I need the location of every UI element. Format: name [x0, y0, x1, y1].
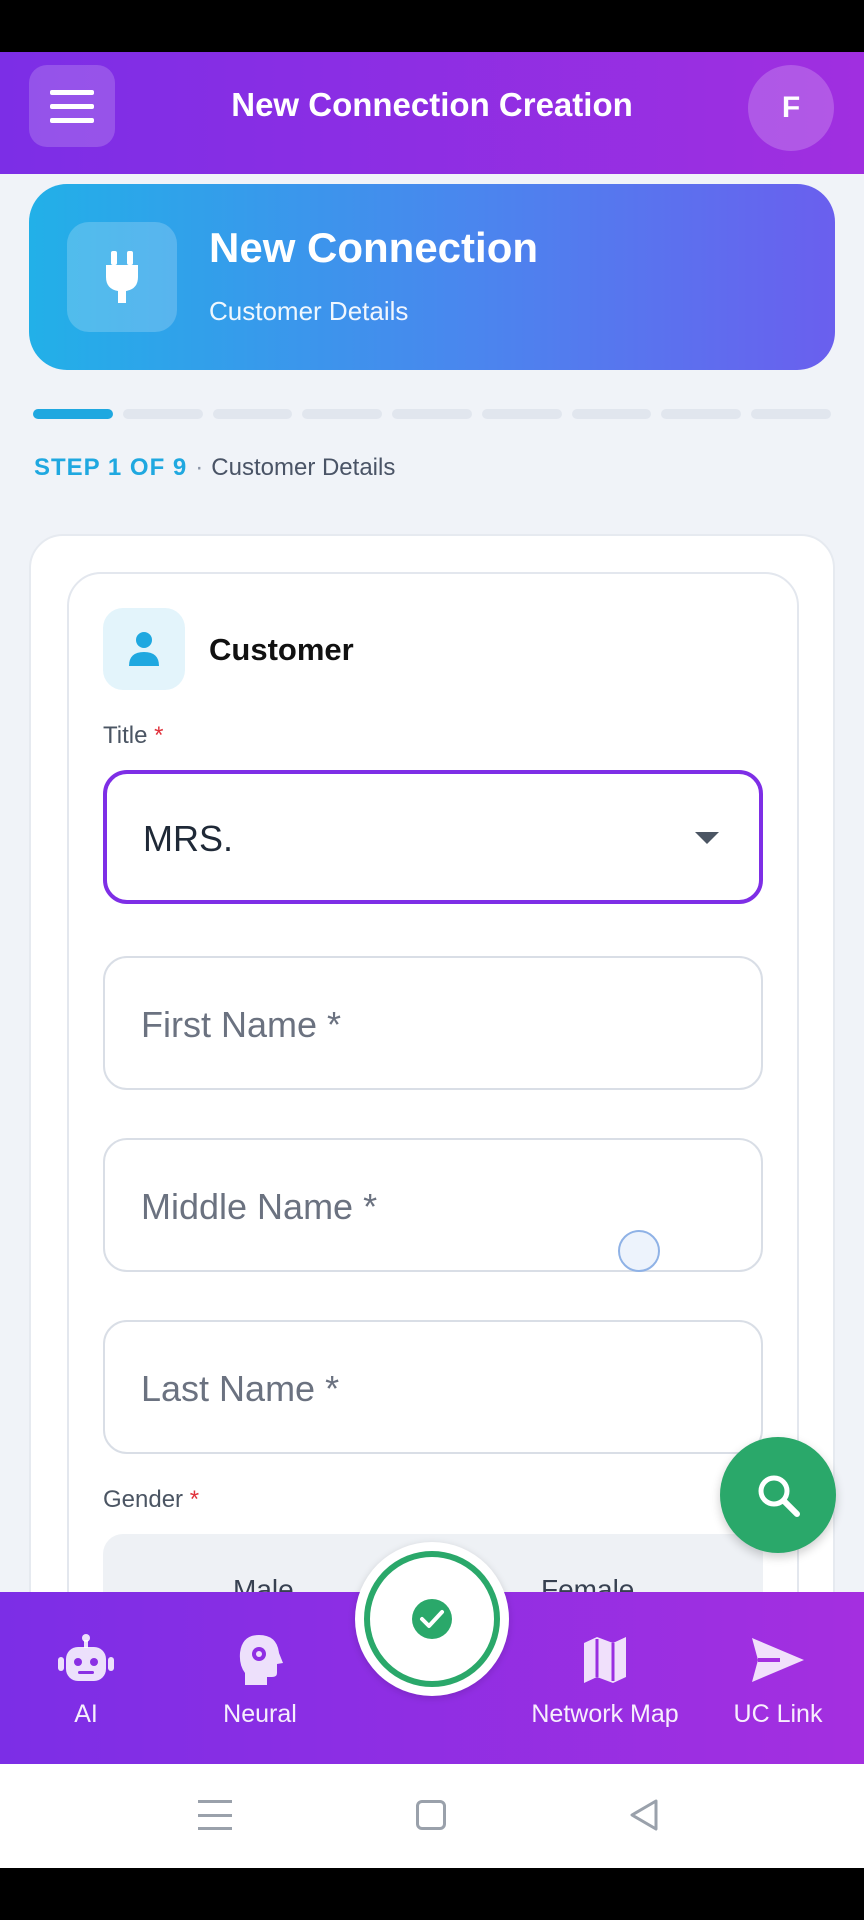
- home-icon[interactable]: [416, 1800, 446, 1830]
- avatar[interactable]: F: [748, 65, 834, 151]
- step-separator: ·: [195, 454, 204, 481]
- form-card: Customer Title * MRS. First Name * Middl…: [29, 534, 835, 1592]
- nav-item-uc-link[interactable]: UC Link: [722, 1592, 834, 1764]
- back-icon[interactable]: [628, 1798, 660, 1837]
- progress-segment: [751, 409, 832, 419]
- search-icon: [758, 1475, 800, 1517]
- title-select-value: MRS.: [143, 818, 233, 859]
- bottom-bezel: [0, 1868, 864, 1920]
- step-progress: [33, 409, 832, 419]
- section-title: Customer: [209, 632, 354, 667]
- progress-segment: [33, 409, 113, 419]
- touch-indicator: [618, 1230, 660, 1272]
- send-icon: [750, 1632, 806, 1688]
- status-bar: [0, 0, 864, 52]
- banner-subtitle: Customer Details: [209, 296, 409, 326]
- recent-apps-icon[interactable]: [198, 1800, 232, 1830]
- required-mark: *: [154, 722, 164, 749]
- nav-label: Network Map: [531, 1700, 679, 1728]
- gender-label: Gender *: [103, 1486, 199, 1514]
- nav-label: AI: [74, 1700, 98, 1728]
- middle-name-placeholder: Middle Name *: [141, 1186, 378, 1227]
- map-icon: [582, 1632, 628, 1688]
- check-icon: [412, 1599, 452, 1639]
- last-name-placeholder: Last Name *: [141, 1368, 340, 1409]
- nav-label: Neural: [223, 1700, 297, 1728]
- step-indicator: STEP 1 OF 9 · Customer Details: [34, 454, 395, 482]
- progress-segment: [571, 409, 652, 419]
- required-mark: *: [189, 1486, 200, 1513]
- last-name-input[interactable]: Last Name *: [103, 1320, 763, 1454]
- check-ring: [364, 1551, 500, 1687]
- nav-item-ai[interactable]: AI: [45, 1592, 127, 1764]
- gender-option-male[interactable]: Male: [233, 1574, 294, 1592]
- first-name-placeholder: First Name *: [141, 1004, 342, 1045]
- robot-icon: [56, 1632, 116, 1688]
- search-fab-button[interactable]: [720, 1437, 836, 1553]
- person-icon: [103, 608, 185, 690]
- banner-title: New Connection: [209, 224, 539, 271]
- plug-icon: [67, 222, 177, 332]
- title-label: Title *: [103, 722, 163, 750]
- progress-segment: [392, 409, 472, 419]
- step-name: Customer Details: [211, 454, 396, 481]
- progress-segment: [481, 409, 562, 419]
- progress-segment: [122, 409, 203, 419]
- submit-check-button[interactable]: [355, 1542, 509, 1696]
- progress-segment: [661, 409, 742, 419]
- gender-option-female[interactable]: Female: [541, 1574, 634, 1592]
- customer-section-card: Customer Title * MRS. First Name * Middl…: [67, 572, 799, 1592]
- main-content: New Connection Customer Details STEP 1 O…: [0, 174, 864, 1592]
- first-name-input[interactable]: First Name *: [103, 956, 763, 1090]
- nav-item-neural[interactable]: Neural: [210, 1592, 310, 1764]
- step-banner: New Connection Customer Details: [29, 184, 835, 370]
- app-bar: New Connection Creation F: [0, 52, 864, 174]
- title-label-text: Title: [103, 722, 148, 749]
- caret-down-icon: [695, 832, 719, 844]
- page-title: New Connection Creation: [231, 86, 633, 123]
- brain-head-icon: [237, 1632, 283, 1688]
- title-select[interactable]: MRS.: [103, 770, 763, 904]
- nav-label: UC Link: [733, 1700, 823, 1728]
- nav-item-network-map[interactable]: Network Map: [515, 1592, 695, 1764]
- step-label: STEP 1 OF 9: [34, 454, 188, 481]
- system-nav-bar: [0, 1764, 864, 1868]
- progress-segment: [302, 409, 383, 419]
- progress-segment: [212, 409, 293, 419]
- middle-name-input[interactable]: Middle Name *: [103, 1138, 763, 1272]
- gender-label-text: Gender: [103, 1486, 184, 1513]
